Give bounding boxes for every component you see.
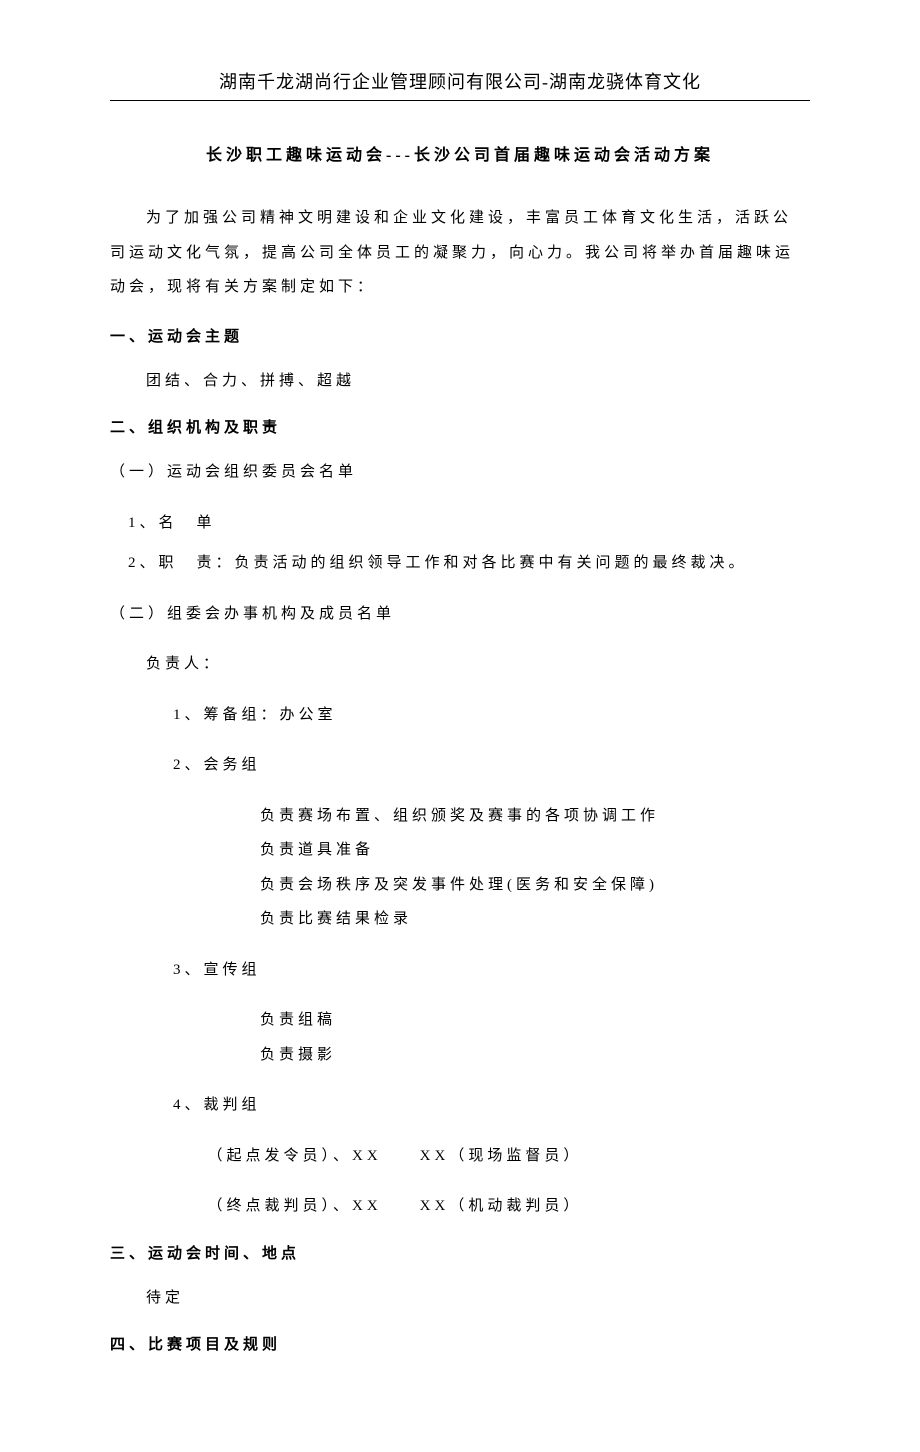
section-2-part2-title: （二）组委会办事机构及成员名单 [110,597,810,632]
section-2-part1-title: （一）运动会组织委员会名单 [110,455,810,490]
page-header: 湖南千龙湖尚行企业管理顾问有限公司-湖南龙骁体育文化 [110,68,810,101]
document-title: 长沙职工趣味运动会---长沙公司首届趣味运动会活动方案 [110,141,810,165]
group-2-item-b: 负责道具准备 [110,833,810,868]
section-4-head: 四、比赛项目及规则 [110,1333,810,1354]
section-2-part2-lead: 负责人： [110,647,810,682]
group-2-item-a: 负责赛场布置、组织颁奖及赛事的各项协调工作 [110,799,810,834]
intro-paragraph: 为了加强公司精神文明建设和企业文化建设，丰富员工体育文化生活，活跃公司运动文化气… [110,201,810,305]
section-3-head: 三、运动会时间、地点 [110,1242,810,1263]
group-3: 3、宣传组 [110,953,810,988]
group-2-item-d: 负责比赛结果检录 [110,902,810,937]
group-4-item-b: （终点裁判员）、XX XX（机动裁判员） [110,1189,810,1224]
section-2-part1-line1: 1、名 单 [110,506,810,541]
group-2-item-c: 负责会场秩序及突发事件处理(医务和安全保障) [110,868,810,903]
section-2-part1-line2: 2、职 责：负责活动的组织领导工作和对各比赛中有关问题的最终裁决。 [110,546,810,581]
group-1: 1、筹备组：办公室 [110,698,810,733]
group-3-item-a: 负责组稿 [110,1003,810,1038]
section-3-body: 待定 [110,1281,810,1316]
group-4: 4、裁判组 [110,1088,810,1123]
group-3-item-b: 负责摄影 [110,1038,810,1073]
document-page: 湖南千龙湖尚行企业管理顾问有限公司-湖南龙骁体育文化 长沙职工趣味运动会---长… [0,0,920,1452]
section-1-body: 团结、合力、拼搏、超越 [110,364,810,399]
section-2-head: 二、组织机构及职责 [110,416,810,437]
group-2: 2、会务组 [110,748,810,783]
section-1-head: 一、运动会主题 [110,325,810,346]
group-4-item-a: （起点发令员）、XX XX（现场监督员） [110,1139,810,1174]
